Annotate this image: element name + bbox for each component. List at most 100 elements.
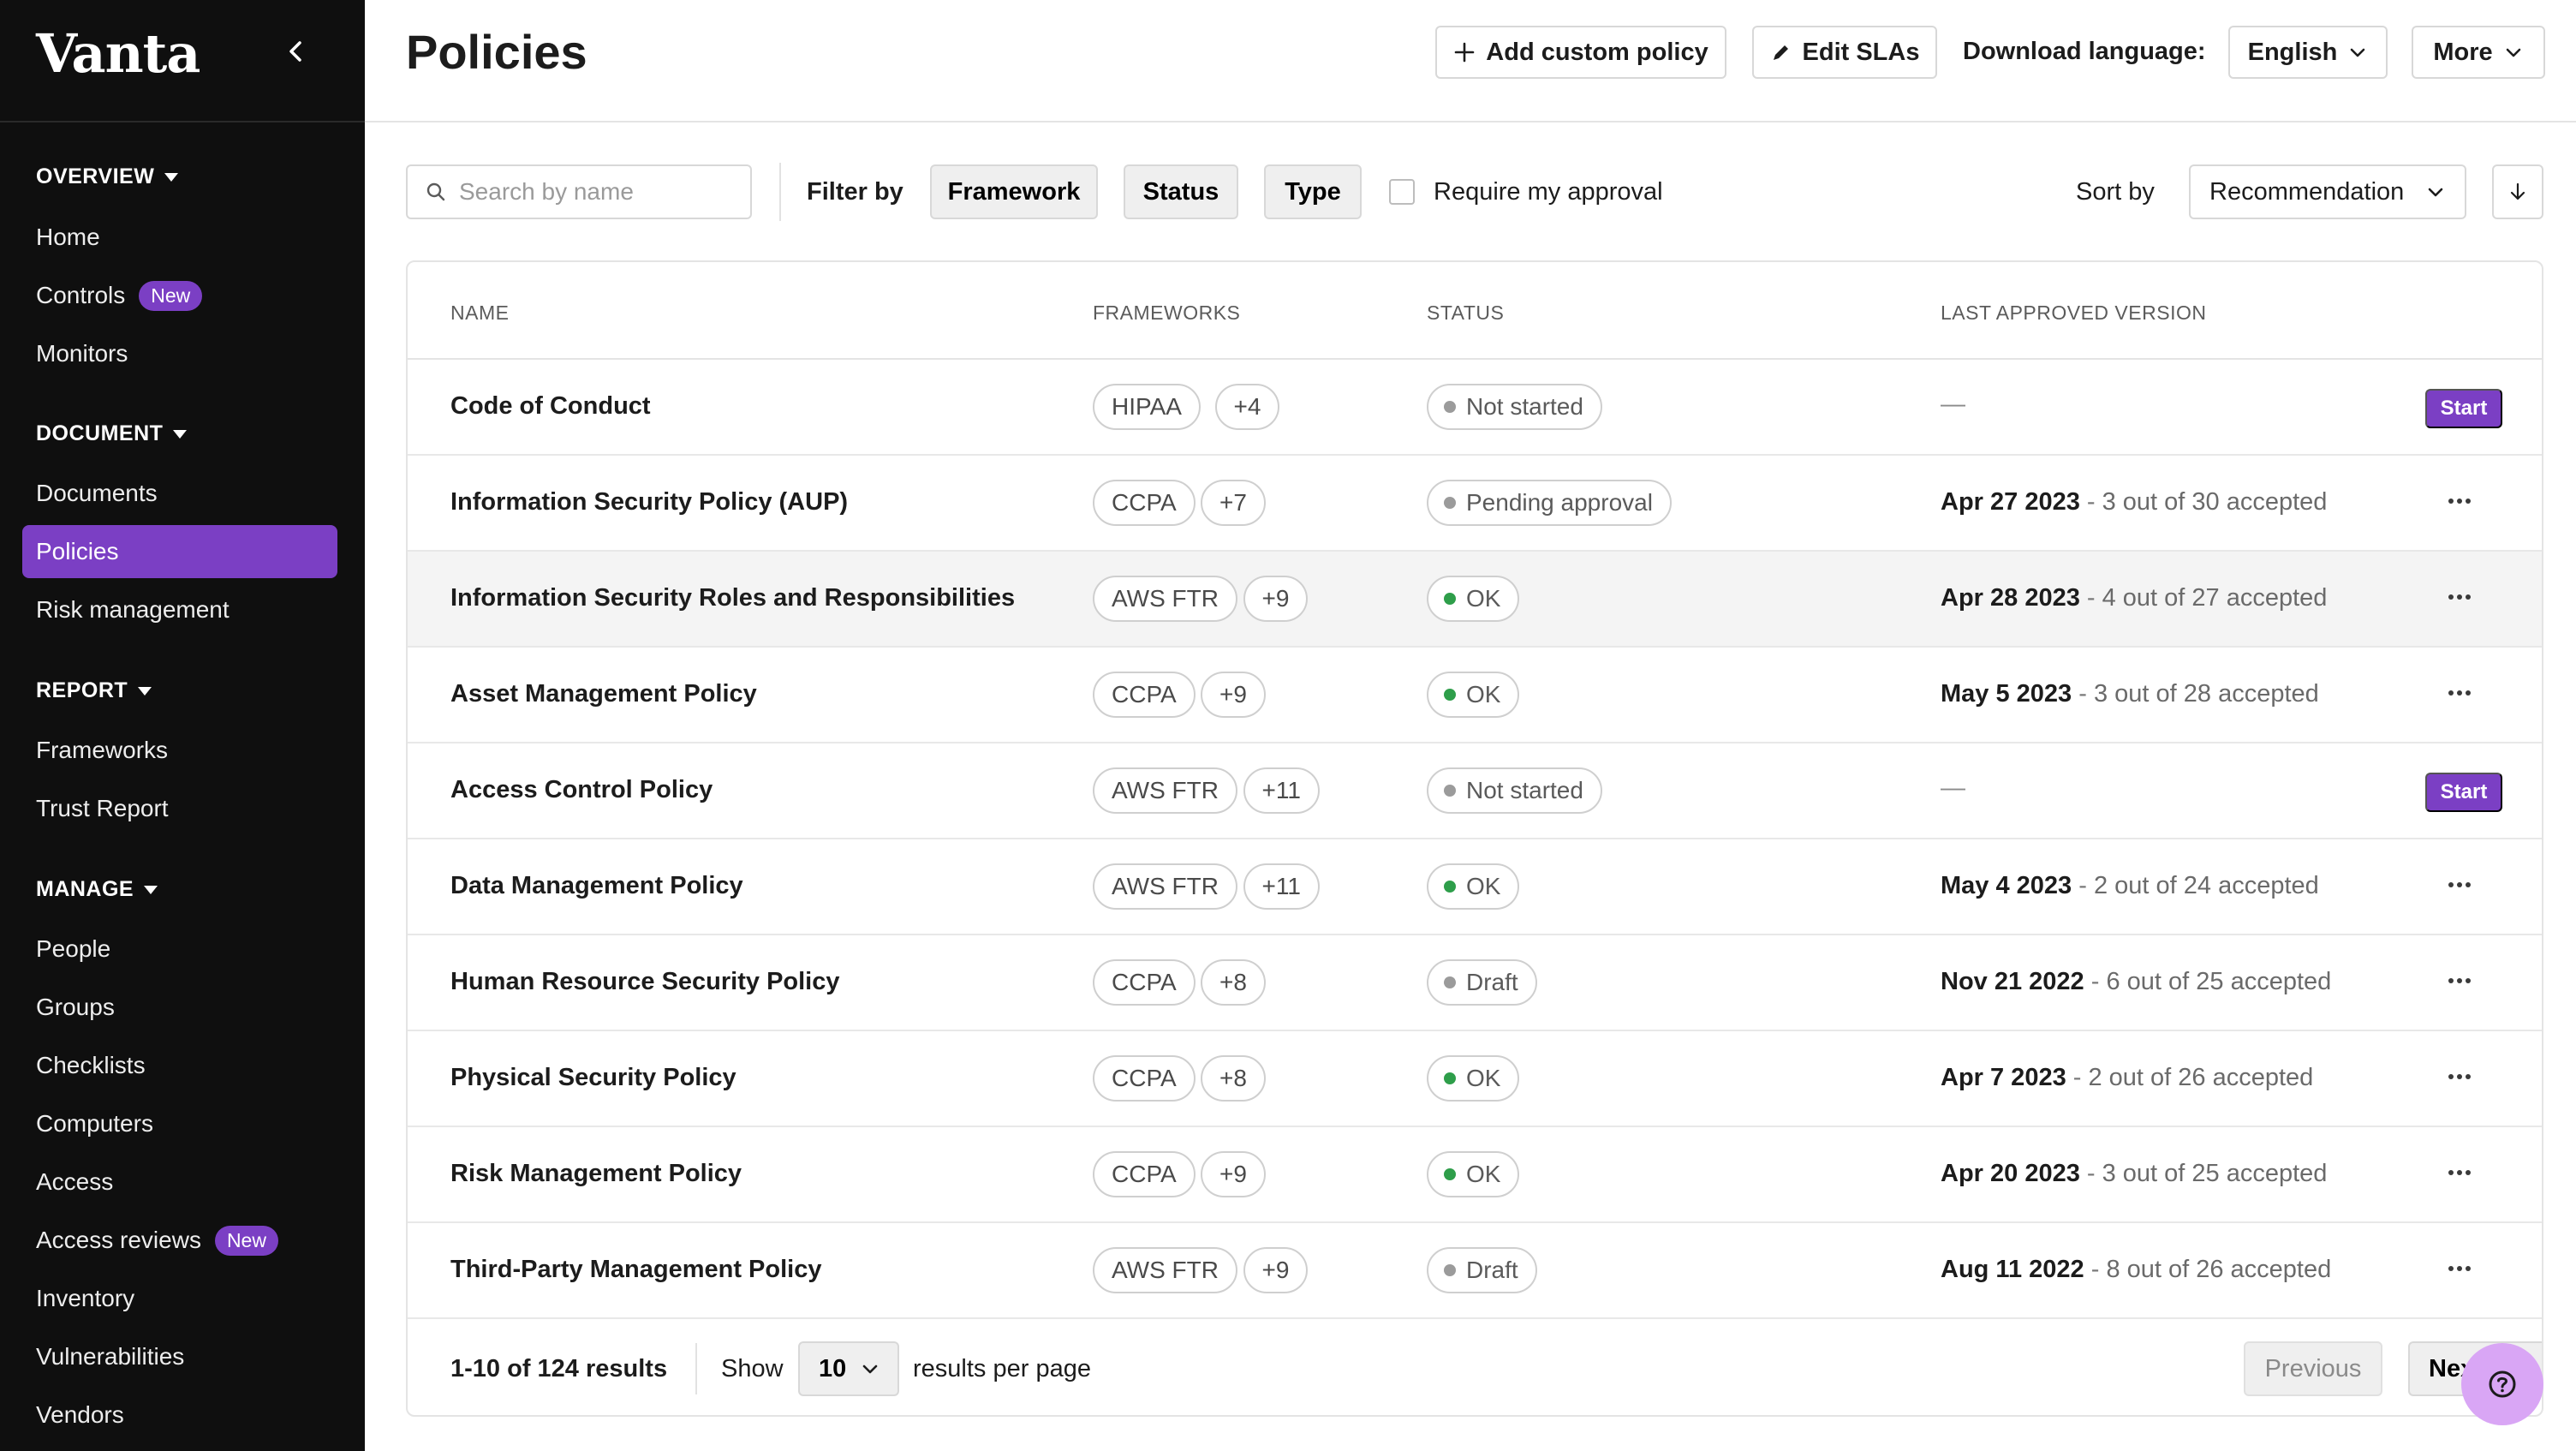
policy-name[interactable]: Human Resource Security Policy bbox=[450, 968, 840, 996]
type-filter-button[interactable]: Type bbox=[1264, 164, 1362, 219]
policy-name[interactable]: Third-Party Management Policy bbox=[450, 1256, 822, 1284]
sidebar-item-inventory[interactable]: Inventory bbox=[22, 1272, 337, 1325]
search-field[interactable] bbox=[406, 164, 752, 219]
table-row[interactable]: Data Management Policy AWS FTR +11 OK May 4 … bbox=[408, 839, 2542, 935]
more-horizontal-icon[interactable] bbox=[2442, 1160, 2477, 1185]
per-page-select[interactable]: 10 bbox=[798, 1341, 899, 1396]
filter-divider bbox=[779, 163, 781, 221]
table-row[interactable]: Physical Security Policy CCPA +8 OK Apr 7 20… bbox=[408, 1031, 2542, 1127]
arrow-down-icon bbox=[2510, 182, 2525, 200]
sort-select[interactable]: Recommendation bbox=[2189, 164, 2466, 219]
chevron-down-icon bbox=[2351, 48, 2365, 57]
require-approval-checkbox[interactable] bbox=[1389, 179, 1415, 205]
table-row[interactable]: Information Security Policy (AUP) CCPA +7 P… bbox=[408, 456, 2542, 552]
framework-more-pill[interactable]: +8 bbox=[1201, 959, 1266, 1006]
framework-pill: CCPA bbox=[1093, 959, 1196, 1006]
framework-more-pill[interactable]: +11 bbox=[1243, 767, 1320, 814]
framework-pill: AWS FTR bbox=[1093, 767, 1237, 814]
policy-name[interactable]: Information Security Roles and Responsib… bbox=[450, 584, 1015, 612]
sort-direction-button[interactable] bbox=[2492, 164, 2543, 219]
sidebar-item-controls[interactable]: Controls New bbox=[22, 269, 337, 322]
framework-more-pill[interactable]: +9 bbox=[1201, 672, 1266, 718]
column-header-frameworks: FRAMEWORKS bbox=[1093, 302, 1241, 324]
previous-page-button[interactable]: Previous bbox=[2244, 1341, 2382, 1396]
add-custom-policy-button[interactable]: Add custom policy bbox=[1435, 26, 1726, 79]
table-row[interactable]: Access Control Policy AWS FTR +11 Not start… bbox=[408, 743, 2542, 839]
policy-name[interactable]: Asset Management Policy bbox=[450, 680, 757, 708]
table-row[interactable]: Human Resource Security Policy CCPA +8 Draf… bbox=[408, 935, 2542, 1031]
framework-more-pill[interactable]: +4 bbox=[1214, 384, 1280, 430]
start-policy-button[interactable]: Start bbox=[2425, 773, 2502, 812]
sidebar-item-people[interactable]: People bbox=[22, 923, 337, 976]
framework-more-pill[interactable]: +8 bbox=[1201, 1055, 1266, 1102]
sidebar-item-computers[interactable]: Computers bbox=[22, 1097, 337, 1150]
sidebar-item-monitors[interactable]: Monitors bbox=[22, 327, 337, 380]
table-row[interactable]: Risk Management Policy CCPA +9 OK Apr 20 202… bbox=[408, 1127, 2542, 1223]
sidebar-item-home[interactable]: Home bbox=[22, 211, 337, 264]
nav-section-report[interactable]: REPORT bbox=[36, 678, 152, 703]
table-row[interactable]: Code of Conduct HIPAA +4 Not started — Start bbox=[408, 360, 2542, 456]
framework-pill: CCPA bbox=[1093, 1055, 1196, 1102]
more-horizontal-icon[interactable] bbox=[2442, 1256, 2477, 1281]
sidebar-item-access-reviews[interactable]: Access reviews New bbox=[22, 1214, 337, 1267]
status-badge: OK bbox=[1427, 672, 1520, 718]
status-filter-button[interactable]: Status bbox=[1124, 164, 1238, 219]
status-badge: Not started bbox=[1427, 767, 1602, 814]
table-row[interactable]: Asset Management Policy CCPA +9 OK May 5 202… bbox=[408, 648, 2542, 743]
nav-section-overview[interactable]: OVERVIEW bbox=[36, 164, 179, 189]
chevron-left-icon[interactable] bbox=[279, 34, 313, 69]
nav-section-manage[interactable]: MANAGE bbox=[36, 877, 158, 902]
help-button[interactable] bbox=[2461, 1343, 2543, 1425]
more-horizontal-icon[interactable] bbox=[2442, 584, 2477, 610]
column-header-name[interactable]: NAME bbox=[450, 302, 509, 325]
framework-more-pill[interactable]: +11 bbox=[1243, 863, 1320, 910]
more-horizontal-icon[interactable] bbox=[2442, 488, 2477, 514]
sidebar-item-groups[interactable]: Groups bbox=[22, 981, 337, 1034]
sidebar-item-trust-report[interactable]: Trust Report bbox=[22, 782, 337, 835]
policy-name[interactable]: Information Security Policy (AUP) bbox=[450, 488, 848, 517]
last-approved-version: Nov 21 2022 - 6 out of 25 accepted bbox=[1941, 968, 2332, 995]
policy-name[interactable]: Data Management Policy bbox=[450, 872, 743, 900]
nav-section-document[interactable]: DOCUMENT bbox=[36, 421, 188, 446]
framework-more-pill[interactable]: +9 bbox=[1243, 1247, 1309, 1293]
status-dot-icon bbox=[1444, 785, 1456, 797]
sidebar-item-access[interactable]: Access bbox=[22, 1155, 337, 1209]
framework-pill: CCPA bbox=[1093, 1151, 1196, 1197]
more-horizontal-icon[interactable] bbox=[2442, 968, 2477, 994]
sidebar-item-frameworks[interactable]: Frameworks bbox=[22, 724, 337, 777]
policy-name[interactable]: Risk Management Policy bbox=[450, 1160, 742, 1188]
sidebar-item-vulnerabilities[interactable]: Vulnerabilities bbox=[22, 1330, 337, 1383]
table-row[interactable]: Third-Party Management Policy AWS FTR +9 Dr… bbox=[408, 1223, 2542, 1319]
help-circle-icon bbox=[2489, 1370, 2516, 1398]
table-row[interactable]: Information Security Roles and Responsib… bbox=[408, 552, 2542, 648]
framework-pill: AWS FTR bbox=[1093, 863, 1237, 910]
start-policy-button[interactable]: Start bbox=[2425, 389, 2502, 428]
sidebar-item-policies[interactable]: Policies bbox=[22, 525, 337, 578]
framework-more-pill[interactable]: +9 bbox=[1243, 576, 1309, 622]
policy-name[interactable]: Code of Conduct bbox=[450, 392, 651, 421]
sidebar-item-vendors[interactable]: Vendors bbox=[22, 1388, 337, 1442]
more-horizontal-icon[interactable] bbox=[2442, 872, 2477, 898]
policy-name[interactable]: Access Control Policy bbox=[450, 776, 713, 804]
search-input[interactable] bbox=[459, 178, 733, 206]
require-approval-label[interactable]: Require my approval bbox=[1434, 178, 1663, 206]
framework-filter-button[interactable]: Framework bbox=[930, 164, 1098, 219]
language-select[interactable]: English bbox=[2228, 26, 2388, 79]
more-horizontal-icon[interactable] bbox=[2442, 680, 2477, 706]
last-approved-version: Apr 27 2023 - 3 out of 30 accepted bbox=[1941, 488, 2328, 516]
sidebar-item-checklists[interactable]: Checklists bbox=[22, 1039, 337, 1092]
policy-name[interactable]: Physical Security Policy bbox=[450, 1064, 736, 1092]
sidebar-item-risk-management[interactable]: Risk management bbox=[22, 583, 337, 636]
download-language-label: Download language: bbox=[1963, 38, 2206, 65]
framework-pill: CCPA bbox=[1093, 480, 1196, 526]
sidebar-item-documents[interactable]: Documents bbox=[22, 467, 337, 520]
table-header: NAME FRAMEWORKS STATUS LAST APPROVED VER… bbox=[408, 262, 2542, 360]
new-badge: New bbox=[139, 280, 203, 311]
more-menu-button[interactable]: More bbox=[2412, 26, 2545, 79]
sort-by-label: Sort by bbox=[2076, 178, 2155, 206]
framework-more-pill[interactable]: +7 bbox=[1201, 480, 1266, 526]
framework-more-pill[interactable]: +9 bbox=[1201, 1151, 1266, 1197]
edit-slas-button[interactable]: Edit SLAs bbox=[1752, 26, 1937, 79]
more-horizontal-icon[interactable] bbox=[2442, 1064, 2477, 1090]
vanta-logo[interactable]: Vanta bbox=[36, 22, 200, 85]
